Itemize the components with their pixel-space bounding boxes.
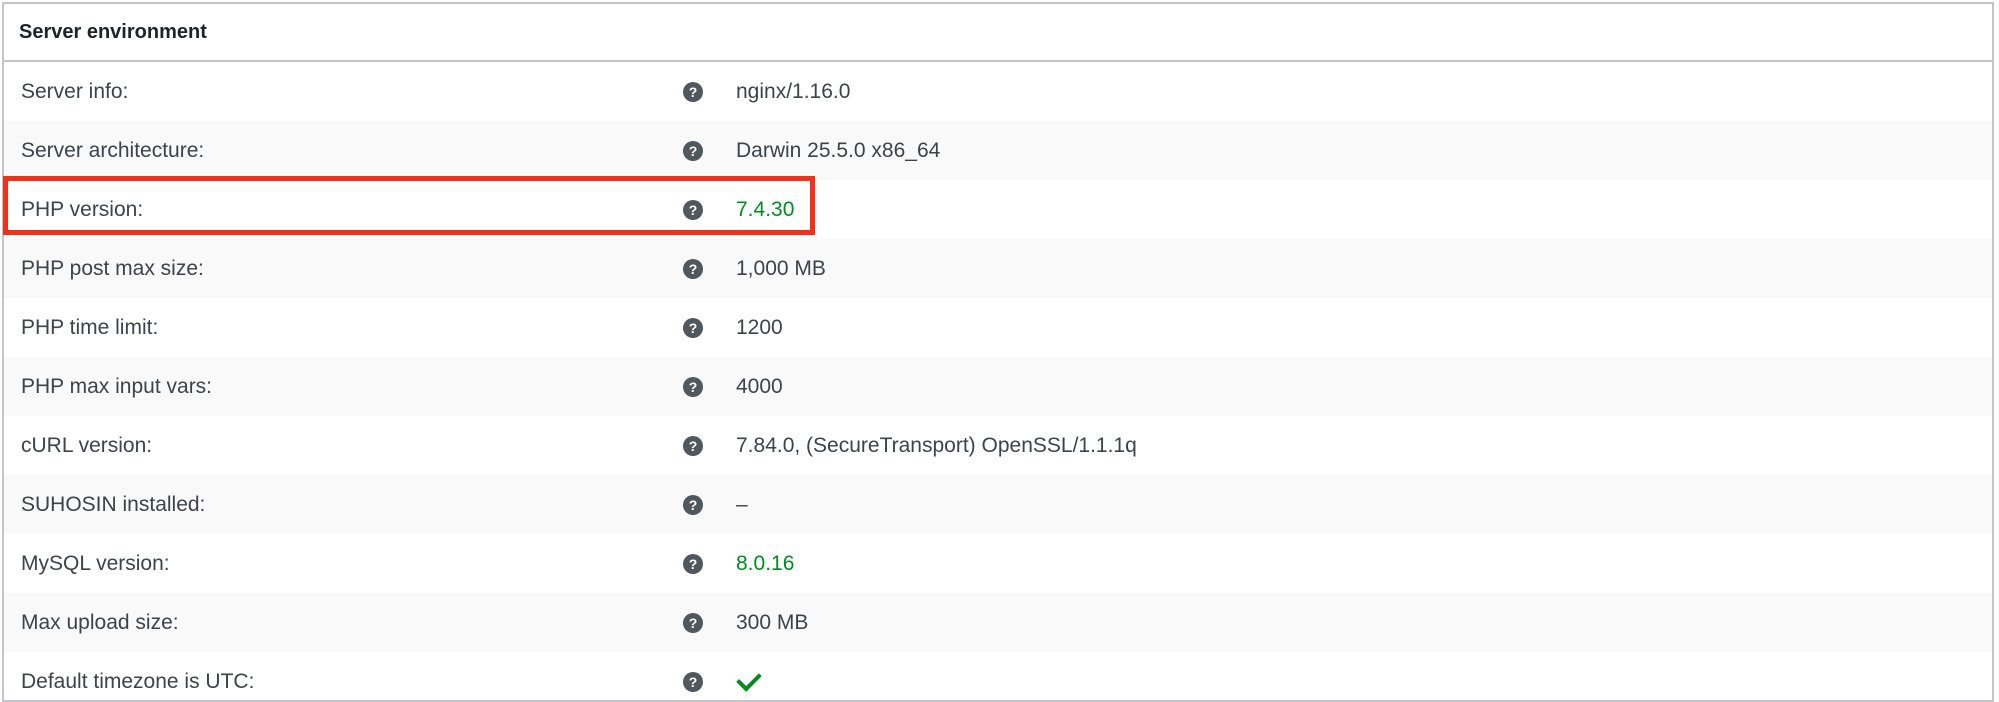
row-label: SUHOSIN installed:: [21, 492, 206, 516]
table-row: Max upload size:? 300 MB: [4, 593, 1992, 652]
checkmark-icon: [736, 666, 762, 692]
table-row: Server architecture:? Darwin 25.5.0 x86_6…: [4, 121, 1992, 180]
row-value: 300 MB: [736, 610, 809, 634]
row-label: Server info:: [21, 79, 129, 103]
row-label: PHP post max size:: [21, 256, 204, 280]
row-value: 4000: [736, 374, 783, 398]
table-row: PHP time limit:? 1200: [4, 298, 1992, 357]
server-environment-panel: Server environment Server info:? nginx/1.…: [2, 2, 1994, 702]
row-value: 7.84.0, (SecureTransport) OpenSSL/1.1.1q: [736, 433, 1137, 457]
row-label: cURL version:: [21, 433, 153, 457]
row-label: Max upload size:: [21, 610, 179, 634]
row-value: 1,000 MB: [736, 256, 826, 280]
question-circle-icon[interactable]: ?: [683, 553, 703, 574]
row-label: PHP time limit:: [21, 315, 159, 339]
row-value: 7.4.30: [736, 197, 795, 221]
status-table: Server info:? nginx/1.16.0 Server architec…: [4, 62, 1992, 700]
row-value: Darwin 25.5.0 x86_64: [736, 138, 941, 162]
row-value: –: [736, 492, 748, 516]
row-label: Server architecture:: [21, 138, 205, 162]
table-row: PHP version:? 7.4.30: [4, 180, 1992, 239]
table-row: Server info:? nginx/1.16.0: [4, 62, 1992, 121]
question-circle-icon[interactable]: ?: [683, 317, 703, 338]
question-circle-icon[interactable]: ?: [683, 435, 703, 456]
section-title: Server environment: [4, 4, 1992, 62]
question-circle-icon[interactable]: ?: [683, 258, 703, 279]
question-circle-icon[interactable]: ?: [683, 494, 703, 515]
row-label: PHP max input vars:: [21, 374, 213, 398]
question-circle-icon[interactable]: ?: [683, 376, 703, 397]
table-row: PHP post max size:? 1,000 MB: [4, 239, 1992, 298]
row-label: PHP version:: [21, 197, 144, 221]
row-value: nginx/1.16.0: [736, 79, 851, 103]
table-row: PHP max input vars:? 4000: [4, 357, 1992, 416]
row-label: MySQL version:: [21, 551, 170, 575]
question-circle-icon[interactable]: ?: [683, 612, 703, 633]
table-row: SUHOSIN installed:? –: [4, 475, 1992, 534]
table-row: cURL version:? 7.84.0, (SecureTransport) …: [4, 416, 1992, 475]
table-row: Default timezone is UTC:?: [4, 652, 1992, 700]
question-circle-icon[interactable]: ?: [683, 140, 703, 161]
question-circle-icon[interactable]: ?: [683, 199, 703, 220]
table-row: MySQL version:? 8.0.16: [4, 534, 1992, 593]
row-value: 8.0.16: [736, 551, 795, 575]
question-circle-icon[interactable]: ?: [683, 81, 703, 102]
row-value: 1200: [736, 315, 783, 339]
